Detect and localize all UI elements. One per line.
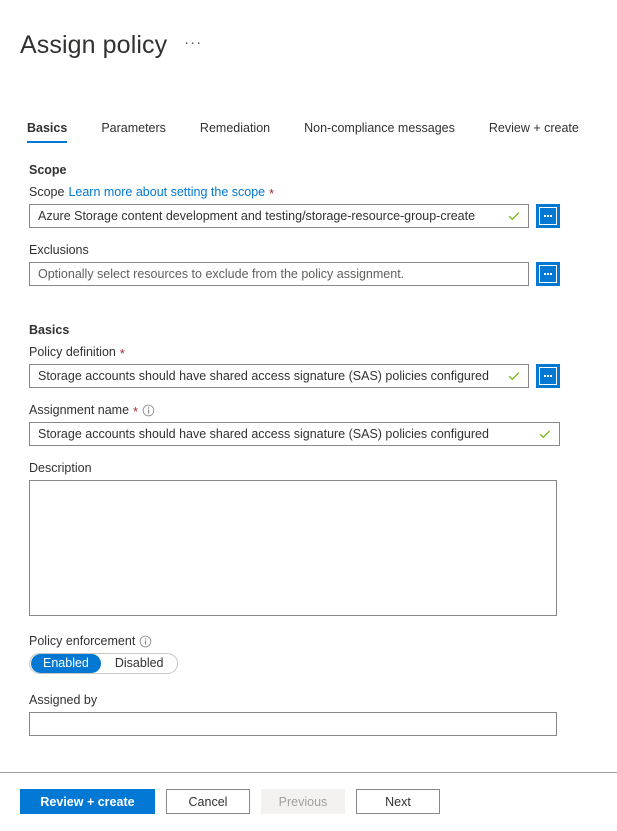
- learn-more-scope-link[interactable]: Learn more about setting the scope: [68, 184, 265, 201]
- assigned-by-input[interactable]: [29, 712, 557, 736]
- valid-check-icon: [538, 427, 552, 441]
- previous-button: Previous: [261, 789, 345, 814]
- exclusions-field-label: Exclusions: [29, 242, 589, 259]
- assigned-by-label-text: Assigned by: [29, 692, 97, 709]
- exclusions-input[interactable]: Optionally select resources to exclude f…: [29, 262, 529, 286]
- info-icon[interactable]: [139, 635, 152, 648]
- exclusions-label-text: Exclusions: [29, 242, 89, 259]
- footer-divider: [0, 772, 617, 773]
- ellipsis-icon: [539, 367, 557, 385]
- assign-policy-form: Scope Scope Learn more about setting the…: [29, 163, 589, 736]
- cancel-button[interactable]: Cancel: [166, 789, 250, 814]
- exclusions-placeholder: Optionally select resources to exclude f…: [30, 267, 528, 281]
- assigned-by-field-label: Assigned by: [29, 692, 589, 709]
- ellipsis-icon: [539, 207, 557, 225]
- scope-field-label: Scope Learn more about setting the scope…: [29, 184, 589, 201]
- policy-definition-input[interactable]: Storage accounts should have shared acce…: [29, 364, 529, 388]
- policy-definition-input-value: Storage accounts should have shared acce…: [30, 369, 507, 383]
- assignment-name-input[interactable]: Storage accounts should have shared acce…: [29, 422, 560, 446]
- assignment-name-label-text: Assignment name: [29, 402, 129, 419]
- next-button[interactable]: Next: [356, 789, 440, 814]
- scope-section-heading: Scope: [29, 163, 589, 177]
- policy-enforcement-toggle[interactable]: Enabled Disabled: [29, 653, 178, 674]
- assignment-name-field-label: Assignment name *: [29, 402, 589, 419]
- scope-input-value: Azure Storage content development and te…: [30, 209, 507, 223]
- tab-review-create[interactable]: Review + create: [489, 121, 579, 143]
- description-textarea[interactable]: [29, 480, 557, 616]
- scope-input-row: Azure Storage content development and te…: [29, 204, 589, 228]
- policy-enforcement-option-enabled[interactable]: Enabled: [31, 654, 101, 673]
- policy-definition-label-text: Policy definition: [29, 344, 116, 361]
- page-header: Assign policy ···: [20, 30, 205, 60]
- valid-check-icon: [507, 209, 521, 223]
- more-menu-icon[interactable]: ···: [181, 34, 205, 57]
- tab-bar: Basics Parameters Remediation Non-compli…: [27, 121, 579, 143]
- tab-basics[interactable]: Basics: [27, 121, 67, 143]
- tab-remediation[interactable]: Remediation: [200, 121, 270, 143]
- basics-section-heading: Basics: [29, 323, 589, 337]
- page-title: Assign policy: [20, 30, 167, 60]
- tab-parameters[interactable]: Parameters: [101, 121, 166, 143]
- scope-required-asterisk: *: [269, 188, 274, 200]
- valid-check-icon: [507, 369, 521, 383]
- policy-enforcement-field-label: Policy enforcement: [29, 633, 589, 650]
- scope-label-text: Scope: [29, 184, 64, 201]
- policy-definition-required-asterisk: *: [120, 348, 125, 360]
- info-icon[interactable]: [142, 404, 155, 417]
- scope-input[interactable]: Azure Storage content development and te…: [29, 204, 529, 228]
- policy-enforcement-label-text: Policy enforcement: [29, 633, 135, 650]
- tab-non-compliance-messages[interactable]: Non-compliance messages: [304, 121, 455, 143]
- description-label-text: Description: [29, 460, 92, 477]
- exclusions-browse-button[interactable]: [536, 262, 560, 286]
- policy-definition-browse-button[interactable]: [536, 364, 560, 388]
- scope-browse-button[interactable]: [536, 204, 560, 228]
- exclusions-input-row: Optionally select resources to exclude f…: [29, 262, 589, 286]
- policy-enforcement-option-disabled[interactable]: Disabled: [103, 654, 176, 673]
- description-field-label: Description: [29, 460, 589, 477]
- policy-definition-input-row: Storage accounts should have shared acce…: [29, 364, 589, 388]
- policy-definition-field-label: Policy definition *: [29, 344, 589, 361]
- review-create-button[interactable]: Review + create: [20, 789, 155, 814]
- footer-action-bar: Review + create Cancel Previous Next: [20, 789, 440, 814]
- ellipsis-icon: [539, 265, 557, 283]
- assignment-name-input-value: Storage accounts should have shared acce…: [30, 427, 538, 441]
- assignment-name-required-asterisk: *: [133, 406, 138, 418]
